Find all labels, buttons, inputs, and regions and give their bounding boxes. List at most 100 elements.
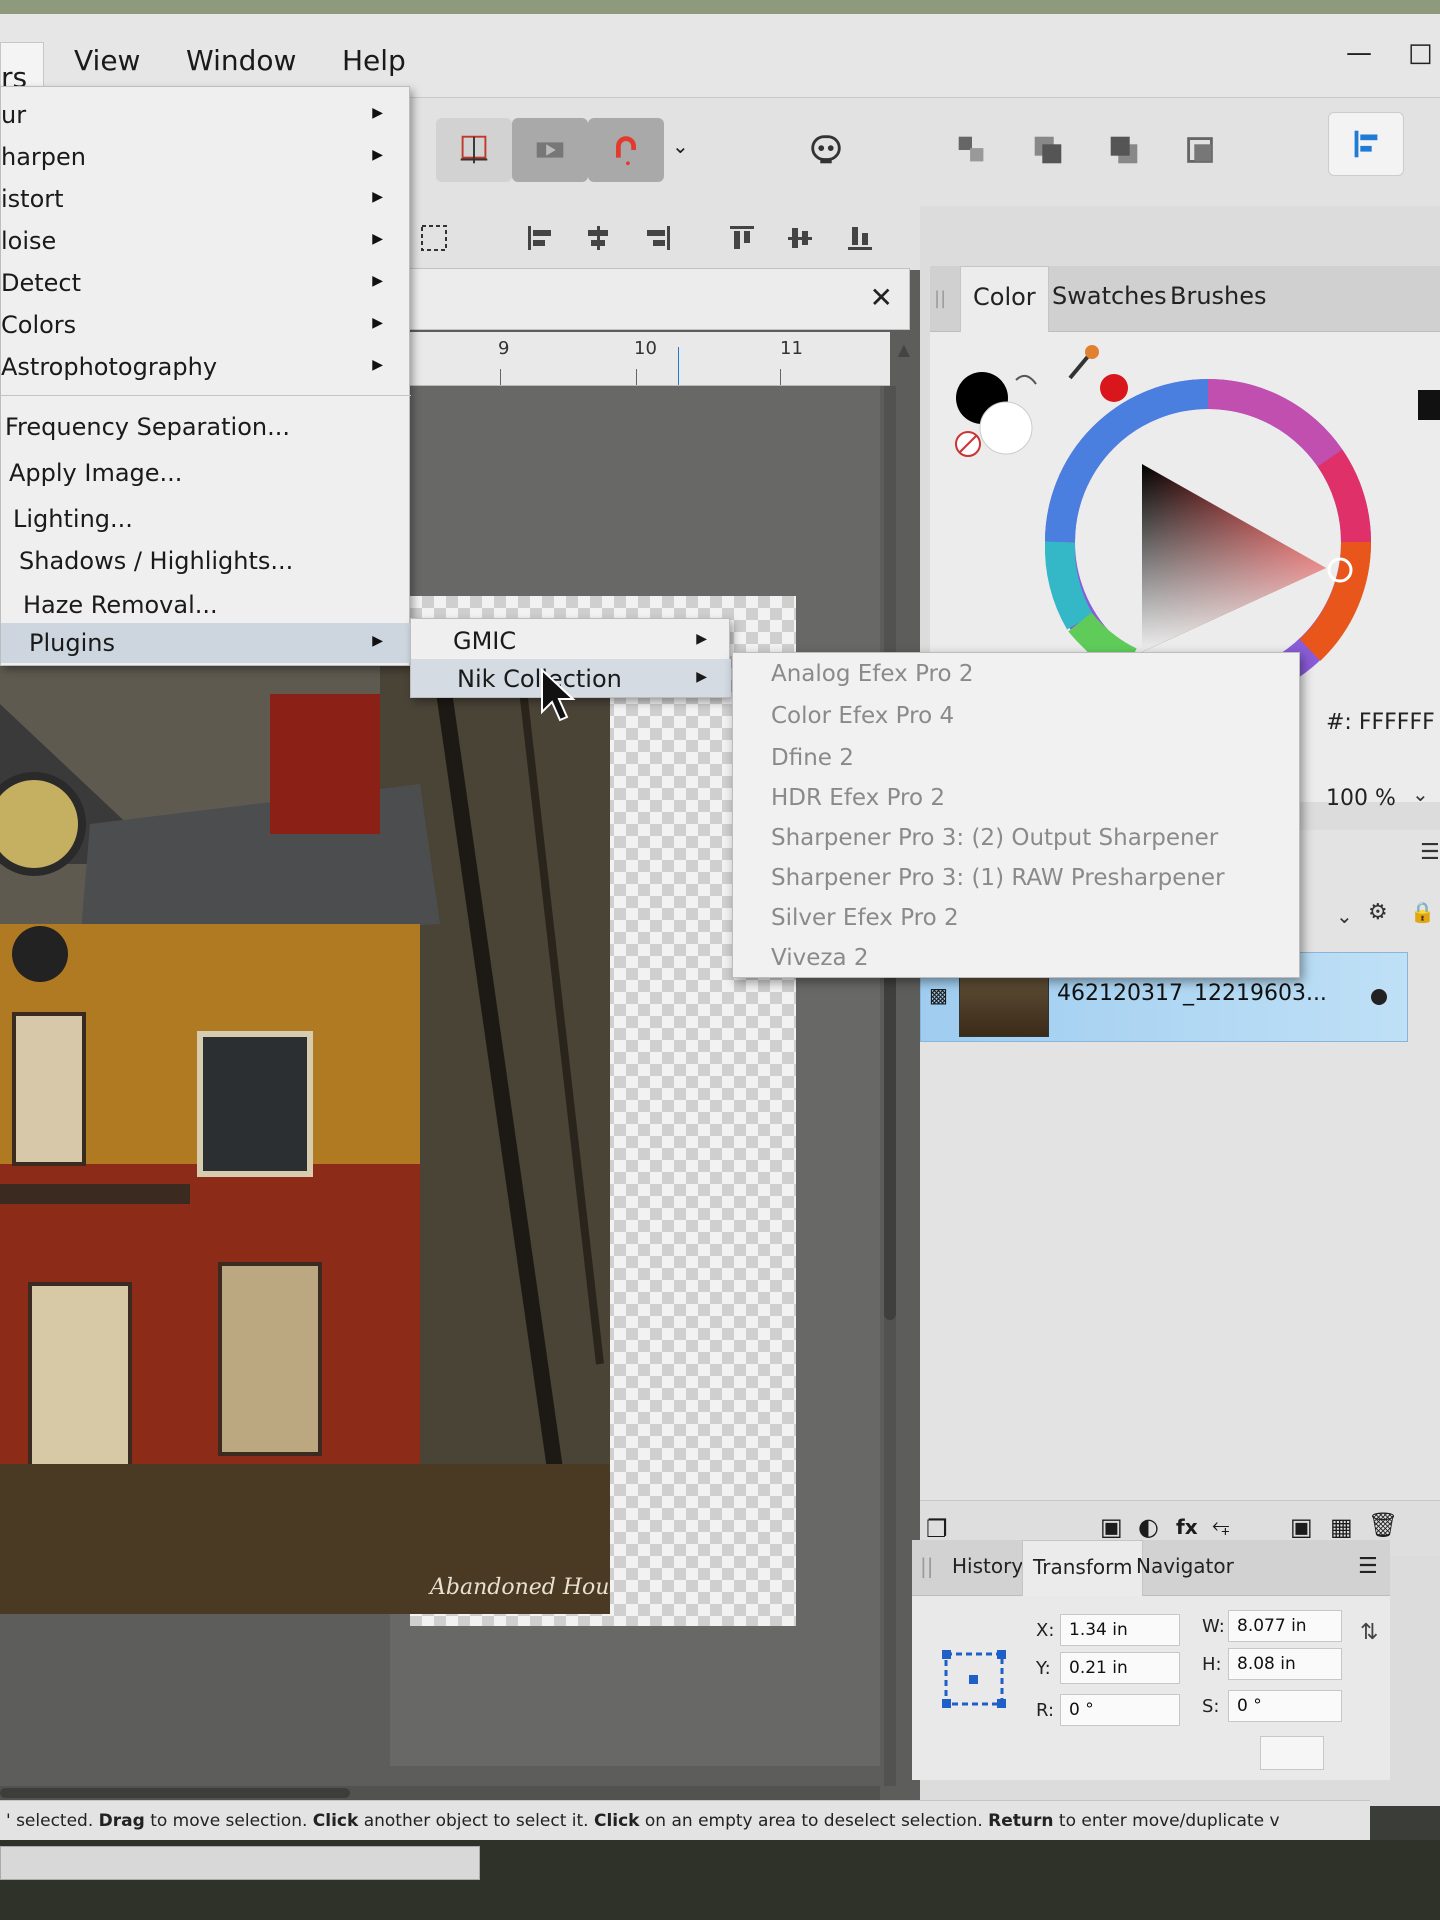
align-middle-icon[interactable] (776, 214, 824, 262)
group-folder-icon[interactable]: ▣ (1290, 1513, 1313, 1541)
menu-item-apply-image[interactable]: Apply Image... (1, 453, 411, 493)
menu-item-detect[interactable]: Detect ▶ (1, 263, 411, 303)
submenu-arrow-icon: ▶ (372, 147, 383, 163)
scroll-up-icon[interactable]: ▲ (898, 340, 910, 359)
arrange-backward-icon[interactable] (1010, 118, 1086, 182)
menu-item-silver-efex[interactable]: Silver Efex Pro 2 (771, 905, 959, 931)
magnet-snapping-icon[interactable] (588, 118, 664, 182)
align-panel-icon[interactable] (1328, 112, 1404, 176)
delete-layer-icon[interactable]: 🗑 (1368, 1511, 1398, 1539)
menu-item-plugins[interactable]: Plugins ▶ (1, 623, 411, 663)
menu-item-label: Astrophotography (1, 353, 218, 381)
align-top-icon[interactable] (718, 214, 766, 262)
menu-item-distort[interactable]: istort ▶ (1, 179, 411, 219)
arrange-front-icon[interactable] (1162, 118, 1238, 182)
panel-grip-icon[interactable]: || (920, 1554, 933, 1578)
menu-item-color-efex[interactable]: Color Efex Pro 4 (771, 703, 954, 729)
arrange-forward-icon[interactable] (1086, 118, 1162, 182)
status-text-1: ' selected. (6, 1811, 99, 1831)
panel-grip-icon[interactable]: || (934, 288, 946, 309)
ruler-cursor-marker (678, 347, 679, 385)
tab-history[interactable]: History (952, 1554, 1023, 1578)
menu-item-colors[interactable]: Colors ▶ (1, 305, 411, 345)
layer-visible-dot[interactable] (1371, 989, 1387, 1005)
transform-options-button[interactable] (1260, 1736, 1324, 1770)
panel-menu-icon[interactable]: ☰ (1420, 840, 1440, 865)
rotation-field[interactable]: 0 ° (1060, 1694, 1180, 1726)
panel-menu-icon[interactable]: ☰ (1358, 1554, 1378, 1579)
adjustment-icon[interactable]: ◐ (1138, 1513, 1159, 1541)
menu-item-analog-efex[interactable]: Analog Efex Pro 2 (771, 661, 974, 687)
secondary-color-swatch (979, 401, 1033, 455)
height-field[interactable]: 8.08 in (1228, 1648, 1342, 1680)
tab-color[interactable]: Color (960, 266, 1049, 332)
menu-item-astrophotography[interactable]: Astrophotography ▶ (1, 347, 411, 387)
menu-separator (1, 395, 411, 396)
x-field[interactable]: 1.34 in (1060, 1614, 1180, 1646)
tab-swatches[interactable]: Swatches (1052, 282, 1167, 310)
hex-value[interactable]: #: FFFFFF (1326, 710, 1435, 735)
menu-item-label: harpen (1, 143, 86, 171)
fx-icon[interactable]: fx (1176, 1515, 1198, 1539)
align-center-icon[interactable] (574, 214, 622, 262)
menu-view[interactable]: View (74, 44, 140, 77)
menu-help[interactable]: Help (342, 44, 406, 77)
close-icon[interactable]: ✕ (870, 281, 893, 314)
opacity-value[interactable]: 100 % (1326, 786, 1396, 811)
align-bottom-icon[interactable] (836, 214, 884, 262)
mouse-pointer-icon (541, 668, 576, 722)
layer-visibility-icon[interactable]: ▩ (929, 983, 948, 1007)
menu-item-lighting[interactable]: Lighting... (1, 499, 411, 539)
mask-icon[interactable]: ▣ (1100, 1513, 1123, 1541)
assistant-icon[interactable] (788, 118, 864, 182)
align-right-icon[interactable] (634, 214, 682, 262)
menu-item-haze-removal[interactable]: Haze Removal... (1, 585, 411, 625)
status-bold-drag: Drag (98, 1811, 145, 1831)
link-proportions-icon[interactable]: ⇅ (1360, 1620, 1378, 1645)
lock-icon[interactable]: 🔒 (1410, 900, 1435, 924)
shear-field[interactable]: 0 ° (1228, 1690, 1342, 1722)
menu-item-sharpener-output[interactable]: Sharpener Pro 3: (2) Output Sharpener (771, 825, 1218, 851)
bottom-input[interactable] (0, 1846, 480, 1880)
live-filter-icon[interactable]: ⥆ (1212, 1513, 1230, 1538)
minimize-icon[interactable]: — (1346, 38, 1376, 68)
add-pixel-layer-icon[interactable]: ▦ (1330, 1513, 1353, 1541)
chevron-down-icon[interactable]: ⌄ (672, 134, 689, 158)
width-field[interactable]: 8.077 in (1228, 1610, 1342, 1642)
menu-item-hdr-efex[interactable]: HDR Efex Pro 2 (771, 785, 945, 811)
menu-item-shadows-highlights[interactable]: Shadows / Highlights... (1, 541, 411, 581)
transform-panel-tabs: || History Transform Navigator ☰ (912, 1540, 1390, 1596)
chevron-down-icon[interactable]: ⌄ (1412, 782, 1429, 806)
grid-snap-icon[interactable] (436, 118, 512, 182)
menu-item-blur[interactable]: ur ▶ (1, 95, 411, 135)
menu-item-gmic[interactable]: GMIC ▶ (411, 621, 731, 659)
status-text-5: to enter move/duplicate v (1053, 1811, 1280, 1831)
arrange-back-icon[interactable] (934, 118, 1010, 182)
menu-item-label: Plugins (29, 629, 115, 657)
canvas-photo[interactable]: Abandoned Houses (0, 664, 610, 1614)
align-left-icon[interactable] (516, 214, 564, 262)
chevron-down-icon[interactable]: ⌄ (1336, 904, 1353, 928)
gear-icon[interactable]: ⚙ (1368, 900, 1388, 925)
tab-transform[interactable]: Transform (1022, 1540, 1144, 1596)
menu-item-sharpener-raw[interactable]: Sharpener Pro 3: (1) RAW Presharpener (771, 865, 1225, 891)
y-field[interactable]: 0.21 in (1060, 1652, 1180, 1684)
horizontal-scroll-thumb[interactable] (0, 1788, 350, 1798)
menu-item-viveza[interactable]: Viveza 2 (771, 945, 869, 971)
menu-item-dfine[interactable]: Dfine 2 (771, 745, 854, 771)
layer-options-icon[interactable]: ❐ (926, 1515, 948, 1543)
tab-brushes[interactable]: Brushes (1170, 282, 1267, 310)
haunted-house-image: Abandoned Houses (0, 664, 610, 1614)
menu-item-frequency-separation[interactable]: Frequency Separation... (1, 407, 411, 447)
menu-window[interactable]: Window (186, 44, 296, 77)
status-bold-click: Click (312, 1811, 359, 1831)
anchor-point-icon[interactable] (940, 1648, 1008, 1710)
tab-navigator[interactable]: Navigator (1136, 1554, 1234, 1578)
snap-mode-icon[interactable] (512, 118, 588, 182)
selection-box-icon[interactable] (410, 214, 458, 262)
document-tab[interactable]: ✕ (380, 268, 910, 330)
menu-item-noise[interactable]: loise ▶ (1, 221, 411, 261)
maximize-icon[interactable]: □ (1408, 38, 1438, 68)
menu-item-sharpen[interactable]: harpen ▶ (1, 137, 411, 177)
w-label: W: (1202, 1616, 1225, 1637)
